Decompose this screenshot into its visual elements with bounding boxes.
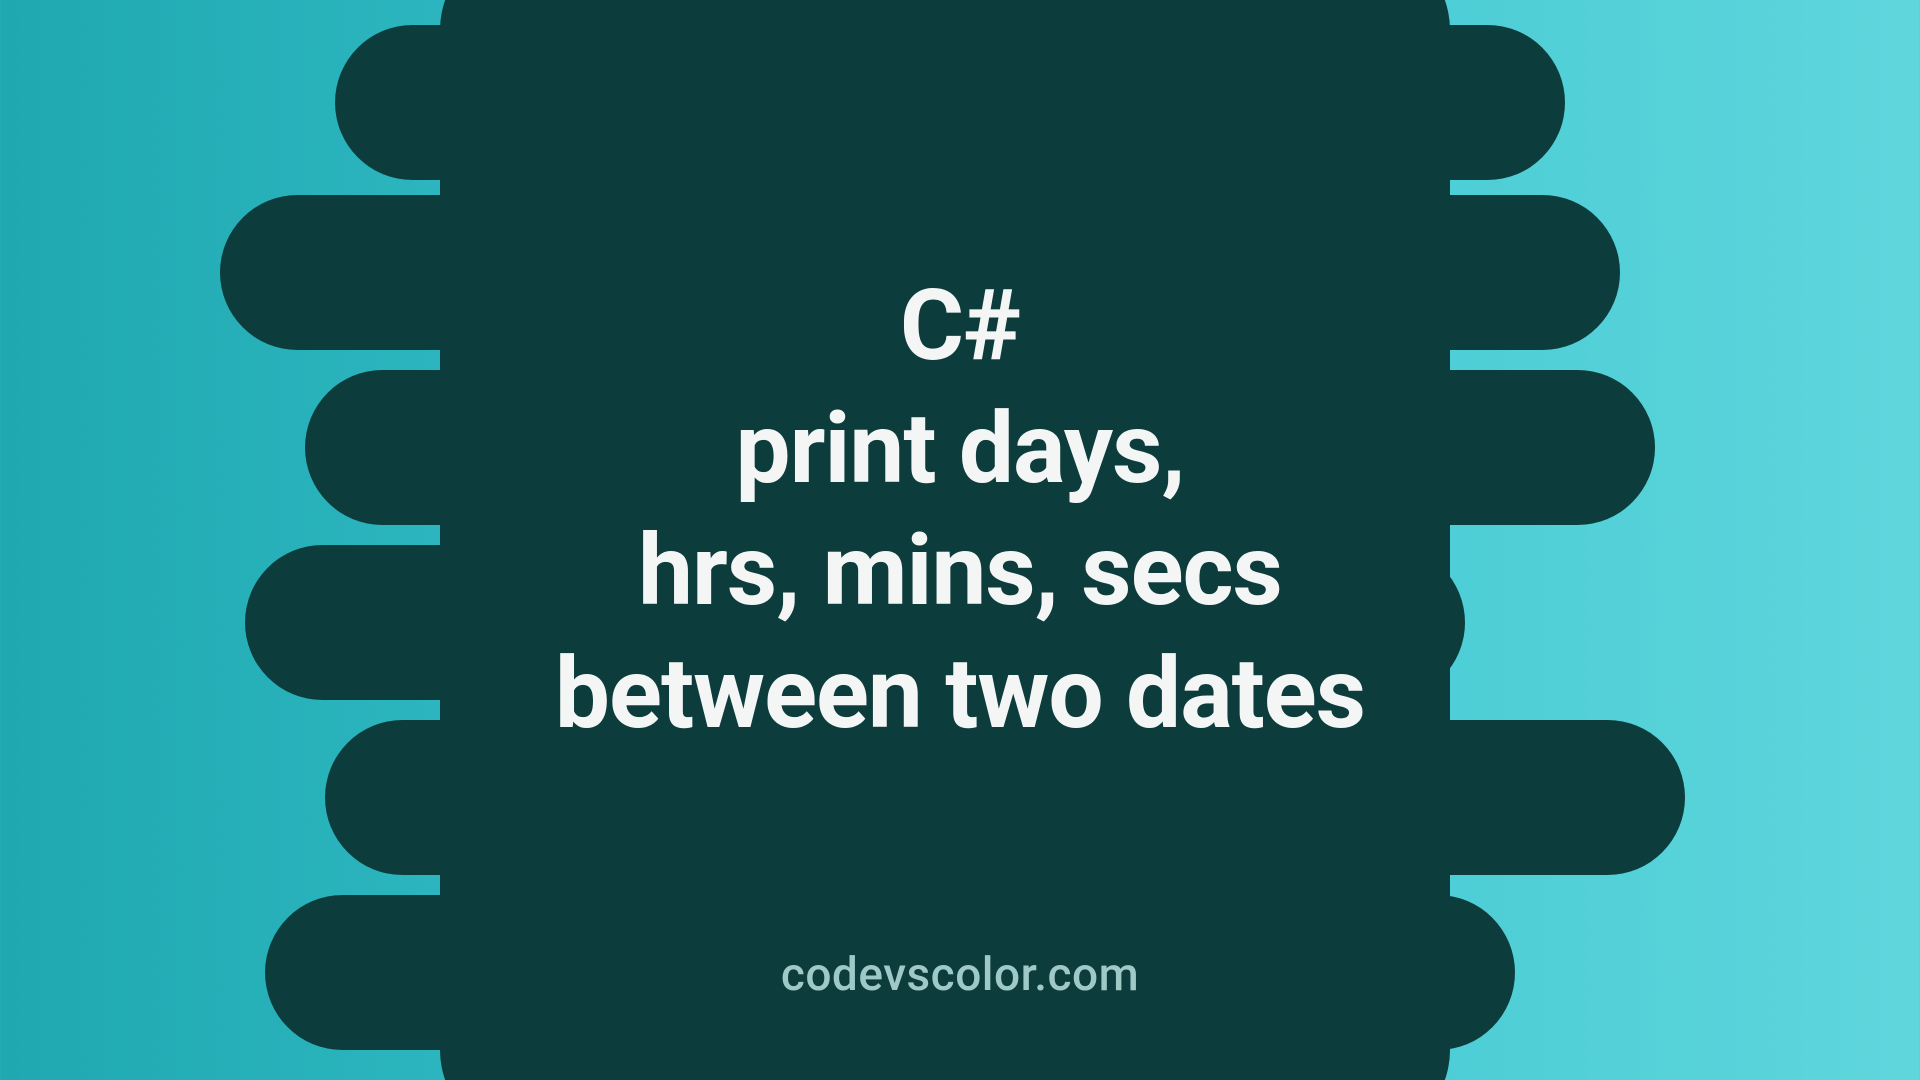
banner-title: C# print days, hrs, mins, secs between t… [555,265,1365,755]
banner-content: C# print days, hrs, mins, secs between t… [0,0,1920,1080]
attribution-text: codevscolor.com [0,948,1920,1002]
